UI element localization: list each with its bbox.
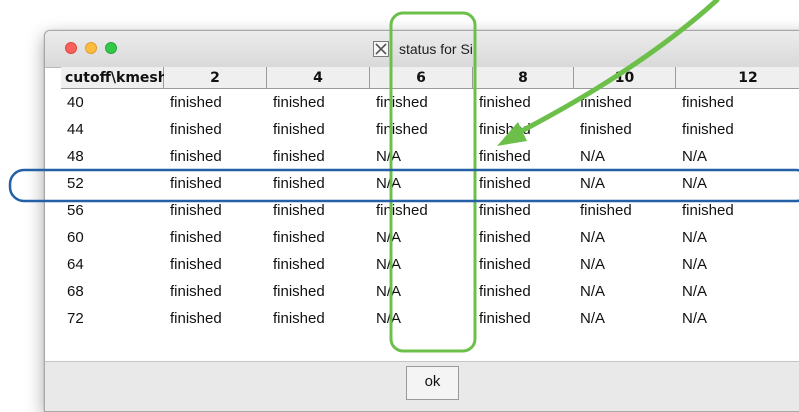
status-cell: N/A — [682, 229, 708, 246]
status-cell: finished — [376, 121, 428, 138]
status-cell: finished — [682, 121, 734, 138]
column-header[interactable]: 4 — [267, 67, 370, 89]
status-cell: finished — [170, 121, 222, 138]
status-cell: finished — [479, 94, 531, 111]
zoom-button[interactable] — [105, 42, 117, 54]
cutoff-cell: 40 — [67, 94, 84, 111]
ok-button[interactable]: ok — [406, 366, 459, 400]
button-bar: ok — [45, 361, 799, 411]
table-row[interactable]: 64 finished finished N/A finished N/A N/A — [61, 251, 799, 278]
status-cell: finished — [580, 94, 632, 111]
status-cell: finished — [479, 148, 531, 165]
status-cell: finished — [479, 310, 531, 327]
status-cell: N/A — [580, 175, 606, 192]
cutoff-cell: 72 — [67, 310, 84, 327]
status-cell: finished — [479, 229, 531, 246]
status-cell: finished — [170, 310, 222, 327]
table-row[interactable]: 40 finished finished finished finished finish… — [61, 89, 799, 116]
table-row[interactable]: 48 finished finished N/A finished N/A N/A — [61, 143, 799, 170]
status-cell: N/A — [682, 283, 708, 300]
status-cell: finished — [479, 175, 531, 192]
status-cell: finished — [376, 94, 428, 111]
cutoff-cell: 56 — [67, 202, 84, 219]
table-row[interactable]: 56 finished finished finished finished finish… — [61, 197, 799, 224]
status-cell: finished — [170, 202, 222, 219]
status-cell: N/A — [580, 283, 606, 300]
table-header: cutoff\kmesh 2 4 6 8 10 12 — [61, 67, 799, 89]
column-header[interactable]: 10 — [574, 67, 676, 89]
status-dialog: status for Si cutoff\kmesh 2 4 6 8 10 12 40 fin… — [44, 30, 799, 412]
status-cell: N/A — [376, 256, 402, 273]
status-cell: finished — [273, 175, 325, 192]
column-header[interactable]: 2 — [164, 67, 267, 89]
status-cell: N/A — [376, 229, 402, 246]
status-cell: N/A — [682, 310, 708, 327]
status-cell: N/A — [376, 148, 402, 165]
table-row[interactable]: 72 finished finished N/A finished N/A N/A — [61, 305, 799, 332]
cutoff-cell: 44 — [67, 121, 84, 138]
status-cell: N/A — [682, 148, 708, 165]
status-cell: finished — [273, 310, 325, 327]
status-cell: finished — [170, 283, 222, 300]
status-cell: finished — [479, 256, 531, 273]
minimize-button[interactable] — [85, 42, 97, 54]
status-cell: N/A — [580, 310, 606, 327]
status-cell: finished — [479, 121, 531, 138]
status-cell: finished — [479, 283, 531, 300]
status-cell: N/A — [376, 175, 402, 192]
status-cell: N/A — [376, 283, 402, 300]
status-cell: finished — [273, 256, 325, 273]
status-cell: finished — [273, 94, 325, 111]
status-cell: finished — [273, 229, 325, 246]
status-cell: N/A — [580, 229, 606, 246]
close-button[interactable] — [65, 42, 77, 54]
window-title: status for Si — [399, 41, 473, 57]
table-row[interactable]: 68 finished finished N/A finished N/A N/A — [61, 278, 799, 305]
status-cell: finished — [170, 256, 222, 273]
cutoff-cell: 60 — [67, 229, 84, 246]
cutoff-cell: 52 — [67, 175, 84, 192]
status-cell: finished — [170, 229, 222, 246]
cutoff-cell: 64 — [67, 256, 84, 273]
table-row[interactable]: 52 finished finished N/A finished N/A N/A — [61, 170, 799, 197]
status-cell: finished — [479, 202, 531, 219]
column-header[interactable]: 8 — [473, 67, 574, 89]
title-bar: status for Si — [45, 31, 799, 68]
table-row[interactable]: 44 finished finished finished finished finish… — [61, 116, 799, 143]
table-row[interactable]: 60 finished finished N/A finished N/A N/A — [61, 224, 799, 251]
table-body: 40 finished finished finished finished finish… — [61, 89, 799, 332]
status-cell: finished — [170, 94, 222, 111]
status-cell: N/A — [682, 256, 708, 273]
status-cell: finished — [273, 121, 325, 138]
column-header[interactable]: cutoff\kmesh — [61, 67, 168, 89]
cutoff-cell: 48 — [67, 148, 84, 165]
status-cell: finished — [273, 202, 325, 219]
status-cell: finished — [682, 202, 734, 219]
status-cell: finished — [580, 121, 632, 138]
x11-icon — [373, 41, 389, 57]
cutoff-cell: 68 — [67, 283, 84, 300]
status-cell: N/A — [580, 148, 606, 165]
status-cell: finished — [273, 148, 325, 165]
column-header[interactable]: 12 — [676, 67, 799, 89]
status-cell: finished — [580, 202, 632, 219]
window-title-group: status for Si — [373, 38, 473, 60]
status-cell: finished — [170, 148, 222, 165]
status-cell: finished — [376, 202, 428, 219]
status-cell: N/A — [376, 310, 402, 327]
status-cell: N/A — [580, 256, 606, 273]
status-cell: N/A — [682, 175, 708, 192]
status-cell: finished — [170, 175, 222, 192]
status-cell: finished — [682, 94, 734, 111]
column-header[interactable]: 6 — [370, 67, 473, 89]
status-table: cutoff\kmesh 2 4 6 8 10 12 40 finished finished f… — [61, 67, 799, 332]
status-cell: finished — [273, 283, 325, 300]
